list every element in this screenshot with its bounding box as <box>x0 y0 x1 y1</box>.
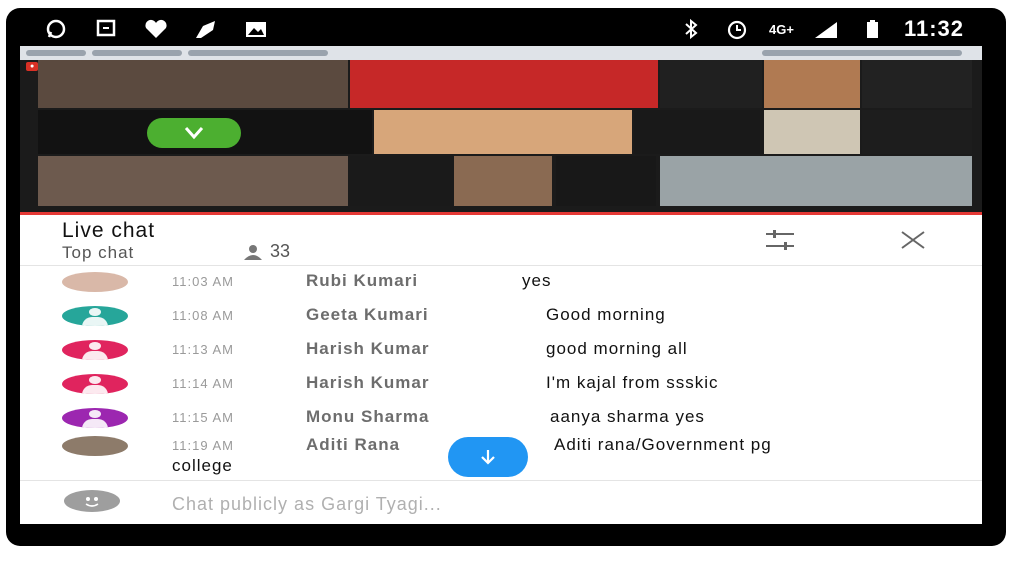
message-author[interactable]: Harish Kumar <box>306 339 429 359</box>
scroll-to-latest-button[interactable] <box>448 437 528 477</box>
chat-input[interactable] <box>170 489 934 519</box>
avatar[interactable] <box>62 436 128 456</box>
participant-tile <box>764 110 860 154</box>
message-text: I'm kajal from ssskic <box>546 373 719 392</box>
message-time: 11:13 AM <box>172 342 234 357</box>
message-time: 11:08 AM <box>172 308 234 323</box>
message-author[interactable]: Rubi Kumari <box>306 271 418 291</box>
bluetooth-icon <box>677 18 705 40</box>
signal-icon <box>812 18 840 40</box>
meeting-browser-bar <box>20 46 982 60</box>
avatar[interactable] <box>62 272 128 292</box>
message-time: 11:19 AM <box>172 438 234 453</box>
gallery-icon <box>242 18 270 40</box>
participant-tile <box>660 156 972 206</box>
participant-tile <box>764 60 860 108</box>
participant-tile <box>454 156 552 206</box>
chat-header: Live chat Top chat 33 <box>20 215 982 266</box>
participant-tile <box>38 156 348 206</box>
network-type: 4G+ <box>769 21 794 37</box>
chat-title: Live chat <box>62 219 156 242</box>
message-time: 11:14 AM <box>172 376 234 391</box>
message-author[interactable]: Aditi Rana <box>306 435 400 455</box>
close-chat-button[interactable] <box>898 227 928 253</box>
message-text: good morning all <box>546 339 688 358</box>
chat-message: 11:03 AM Rubi Kumari yes <box>20 266 982 300</box>
user-avatar-icon <box>85 497 99 507</box>
avatar[interactable] <box>62 306 128 326</box>
phone-screen: ● Live chat Top chat 33 11:03 AM Rubi Ku… <box>20 46 982 524</box>
message-author[interactable]: Monu Sharma <box>306 407 429 427</box>
message-time: 11:03 AM <box>172 274 234 289</box>
viewer-count-value: 33 <box>270 241 291 261</box>
message-time: 11:15 AM <box>172 410 234 425</box>
participant-tile <box>862 60 972 108</box>
sliders-icon <box>766 230 794 250</box>
participant-tile <box>660 60 762 108</box>
viewer-count: 33 <box>242 241 290 262</box>
heart-icon <box>142 18 170 40</box>
message-text: Good morning <box>546 305 666 324</box>
message-icon <box>92 18 120 40</box>
alarm-icon <box>723 18 751 40</box>
chat-mode-selector[interactable]: Top chat <box>62 243 134 263</box>
whatsapp-icon <box>42 18 70 40</box>
avatar[interactable] <box>64 490 120 512</box>
close-icon <box>901 231 925 249</box>
recording-indicator: ● <box>26 62 39 71</box>
arrow-down-icon <box>481 450 495 465</box>
chat-message: 11:13 AM Harish Kumar good morning all <box>20 334 982 368</box>
collapse-chevron-button[interactable] <box>147 118 241 148</box>
message-author[interactable]: Harish Kumar <box>306 373 429 393</box>
participant-tile <box>556 156 656 206</box>
participant-tile <box>862 110 972 154</box>
chat-input-bar <box>20 480 982 524</box>
participant-tile <box>350 156 450 206</box>
battery-icon <box>858 18 886 40</box>
chat-settings-button[interactable] <box>764 227 796 253</box>
message-text: Aditi rana/Government pg <box>554 435 772 454</box>
avatar[interactable] <box>62 374 128 394</box>
viewers-icon <box>244 244 262 260</box>
status-bar: 4G+ 11:32 <box>20 12 982 46</box>
chat-message: 11:14 AM Harish Kumar I'm kajal from sss… <box>20 368 982 402</box>
chevron-down-icon <box>184 127 204 140</box>
avatar[interactable] <box>62 408 128 428</box>
message-author[interactable]: Geeta Kumari <box>306 305 429 325</box>
clock: 11:32 <box>903 16 964 41</box>
cleaner-icon <box>192 18 220 40</box>
avatar[interactable] <box>62 340 128 360</box>
participant-tile <box>350 60 658 108</box>
participant-tile <box>374 110 632 154</box>
message-text: yes <box>522 271 552 290</box>
message-text-continued: college <box>172 456 233 475</box>
chat-message: 11:08 AM Geeta Kumari Good morning <box>20 300 982 334</box>
participant-tile <box>634 110 760 154</box>
message-text: aanya sharma yes <box>550 407 705 426</box>
participant-tile <box>38 60 348 108</box>
video-player[interactable]: ● <box>20 46 982 212</box>
